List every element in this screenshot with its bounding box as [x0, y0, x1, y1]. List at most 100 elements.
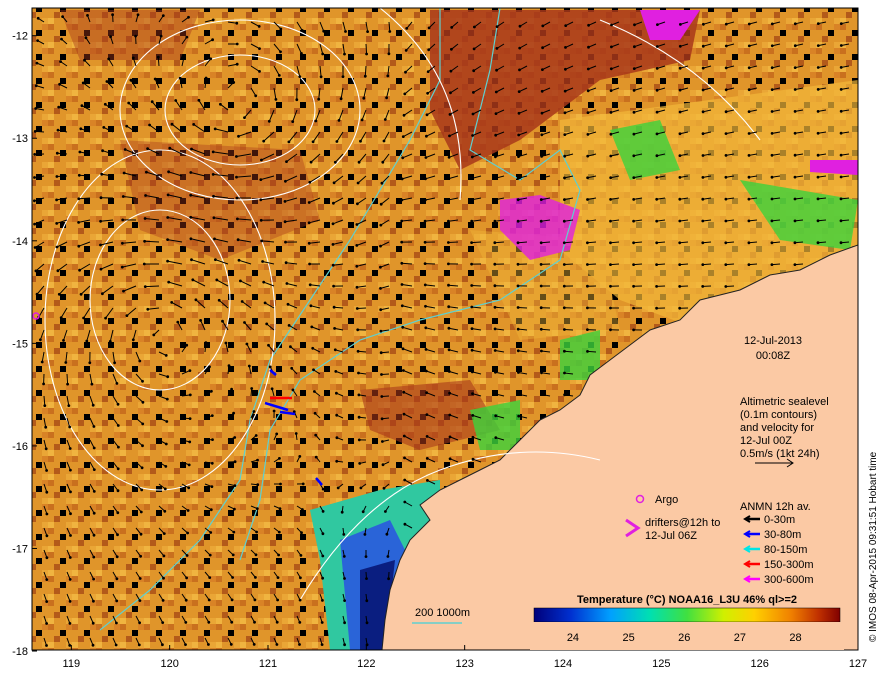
velocity-arrow-head	[300, 29, 304, 32]
velocity-arrow-head	[182, 55, 186, 59]
velocity-arrow-head	[541, 68, 544, 71]
latitude-tick-label: -16	[12, 441, 28, 453]
velocity-arrow-head	[609, 89, 613, 92]
velocity-arrow-head	[448, 113, 452, 116]
velocity-arrow-head	[43, 404, 47, 407]
velocity-arrow-head	[55, 151, 59, 155]
velocity-arrow-head	[331, 263, 335, 267]
velocity-arrow-head	[365, 621, 369, 625]
velocity-arrow-head	[321, 599, 324, 602]
velocity-arrow-head	[109, 35, 112, 39]
velocity-arrow-head	[80, 104, 84, 108]
velocity-arrow-head	[254, 94, 258, 98]
velocity-arrow-head	[793, 175, 797, 179]
velocity-arrow-head	[701, 110, 705, 114]
velocity-arrow-head	[258, 47, 261, 50]
velocity-arrow-head	[516, 306, 520, 309]
velocity-arrow-head	[470, 177, 474, 180]
velocity-arrow-head	[188, 369, 192, 372]
velocity-arrow-head	[286, 302, 290, 306]
velocity-arrow-head	[243, 321, 246, 324]
velocity-arrow-head	[701, 154, 705, 157]
velocity-arrow-head	[839, 197, 843, 201]
velocity-arrow-head	[655, 88, 659, 92]
velocity-arrow-head	[586, 241, 589, 245]
velocity-arrow-head	[609, 132, 613, 136]
velocity-arrow-head	[36, 39, 39, 42]
velocity-arrow-head	[103, 102, 107, 106]
velocity-arrow-head	[343, 577, 346, 580]
velocity-arrow-head	[539, 306, 543, 310]
velocity-arrow-head	[99, 196, 103, 200]
velocity-arrow-head	[402, 113, 406, 117]
velocity-arrow-head	[311, 346, 315, 350]
velocity-arrow-head	[68, 600, 72, 603]
velocity-arrow-head	[770, 153, 774, 157]
velocity-arrow-head	[447, 305, 451, 309]
velocity-arrow-head	[425, 134, 428, 138]
velocity-arrow-head	[587, 23, 590, 27]
velocity-arrow-head	[57, 292, 61, 296]
velocity-arrow-head	[176, 320, 180, 324]
velocity-arrow-head	[162, 576, 165, 580]
velocity-arrow-head	[102, 126, 106, 129]
velocity-arrow-head	[59, 60, 62, 63]
velocity-arrow-head	[427, 48, 431, 52]
velocity-arrow-head	[58, 82, 61, 86]
velocity-arrow-head	[340, 510, 344, 514]
velocity-arrow-head	[770, 110, 774, 113]
velocity-arrow-head	[332, 284, 335, 288]
velocity-arrow-head	[382, 486, 386, 490]
velocity-arrow-head	[447, 370, 451, 373]
velocity-arrow-head	[276, 576, 280, 579]
velocity-arrow-head	[207, 643, 210, 646]
colorbar-tick-label: 28	[789, 632, 801, 644]
velocity-arrow-head	[184, 643, 187, 646]
velocity-arrow-head	[388, 30, 392, 33]
velocity-arrow-head	[61, 15, 64, 18]
velocity-arrow-head	[724, 110, 728, 114]
velocity-arrow-head	[401, 325, 405, 329]
velocity-arrow-head	[235, 155, 238, 158]
velocity-arrow-head	[379, 287, 382, 290]
velocity-arrow-head	[301, 482, 305, 486]
velocity-arrow-head	[655, 176, 659, 179]
velocity-arrow-head	[387, 577, 390, 581]
velocity-arrow-head	[609, 306, 612, 310]
velocity-arrow-head	[69, 468, 72, 472]
svg-text:12-Jul 00Z: 12-Jul 00Z	[740, 435, 792, 447]
velocity-arrow-head	[540, 349, 543, 353]
velocity-arrow-head	[424, 177, 427, 181]
velocity-arrow-head	[381, 463, 385, 467]
velocity-arrow-head	[724, 241, 728, 245]
velocity-arrow-head	[793, 197, 797, 201]
velocity-arrow-head	[92, 446, 96, 450]
velocity-arrow-head	[188, 393, 192, 397]
velocity-arrow-head	[381, 160, 385, 164]
velocity-arrow-head	[33, 176, 36, 179]
velocity-arrow-head	[470, 198, 474, 202]
velocity-arrow	[401, 262, 413, 265]
velocity-arrow-head	[277, 530, 281, 534]
velocity-arrow-head	[115, 599, 119, 603]
velocity-arrow-head	[127, 101, 131, 105]
velocity-arrow-head	[78, 150, 82, 154]
velocity-arrow-head	[331, 243, 335, 246]
velocity-arrow-head	[816, 110, 820, 113]
velocity-arrow-head	[358, 462, 362, 465]
velocity-arrow-head	[400, 240, 404, 244]
velocity-arrow-head	[656, 23, 659, 26]
velocity-arrow-head	[116, 533, 119, 537]
velocity-arrow-head	[243, 116, 246, 119]
velocity-arrow-head	[55, 222, 59, 225]
velocity-arrow-head	[55, 198, 58, 202]
anmn-legend-title: ANMN 12h av.	[740, 501, 811, 513]
velocity-arrow-head	[68, 556, 72, 559]
velocity-arrow-head	[403, 522, 407, 526]
velocity-arrow-head	[379, 351, 383, 355]
velocity-arrow-head	[100, 172, 104, 176]
velocity-arrow-head	[256, 458, 259, 462]
longitude-tick-label: 121	[259, 658, 277, 670]
velocity-arrow-head	[57, 105, 61, 109]
velocity-arrow-head	[210, 461, 214, 465]
